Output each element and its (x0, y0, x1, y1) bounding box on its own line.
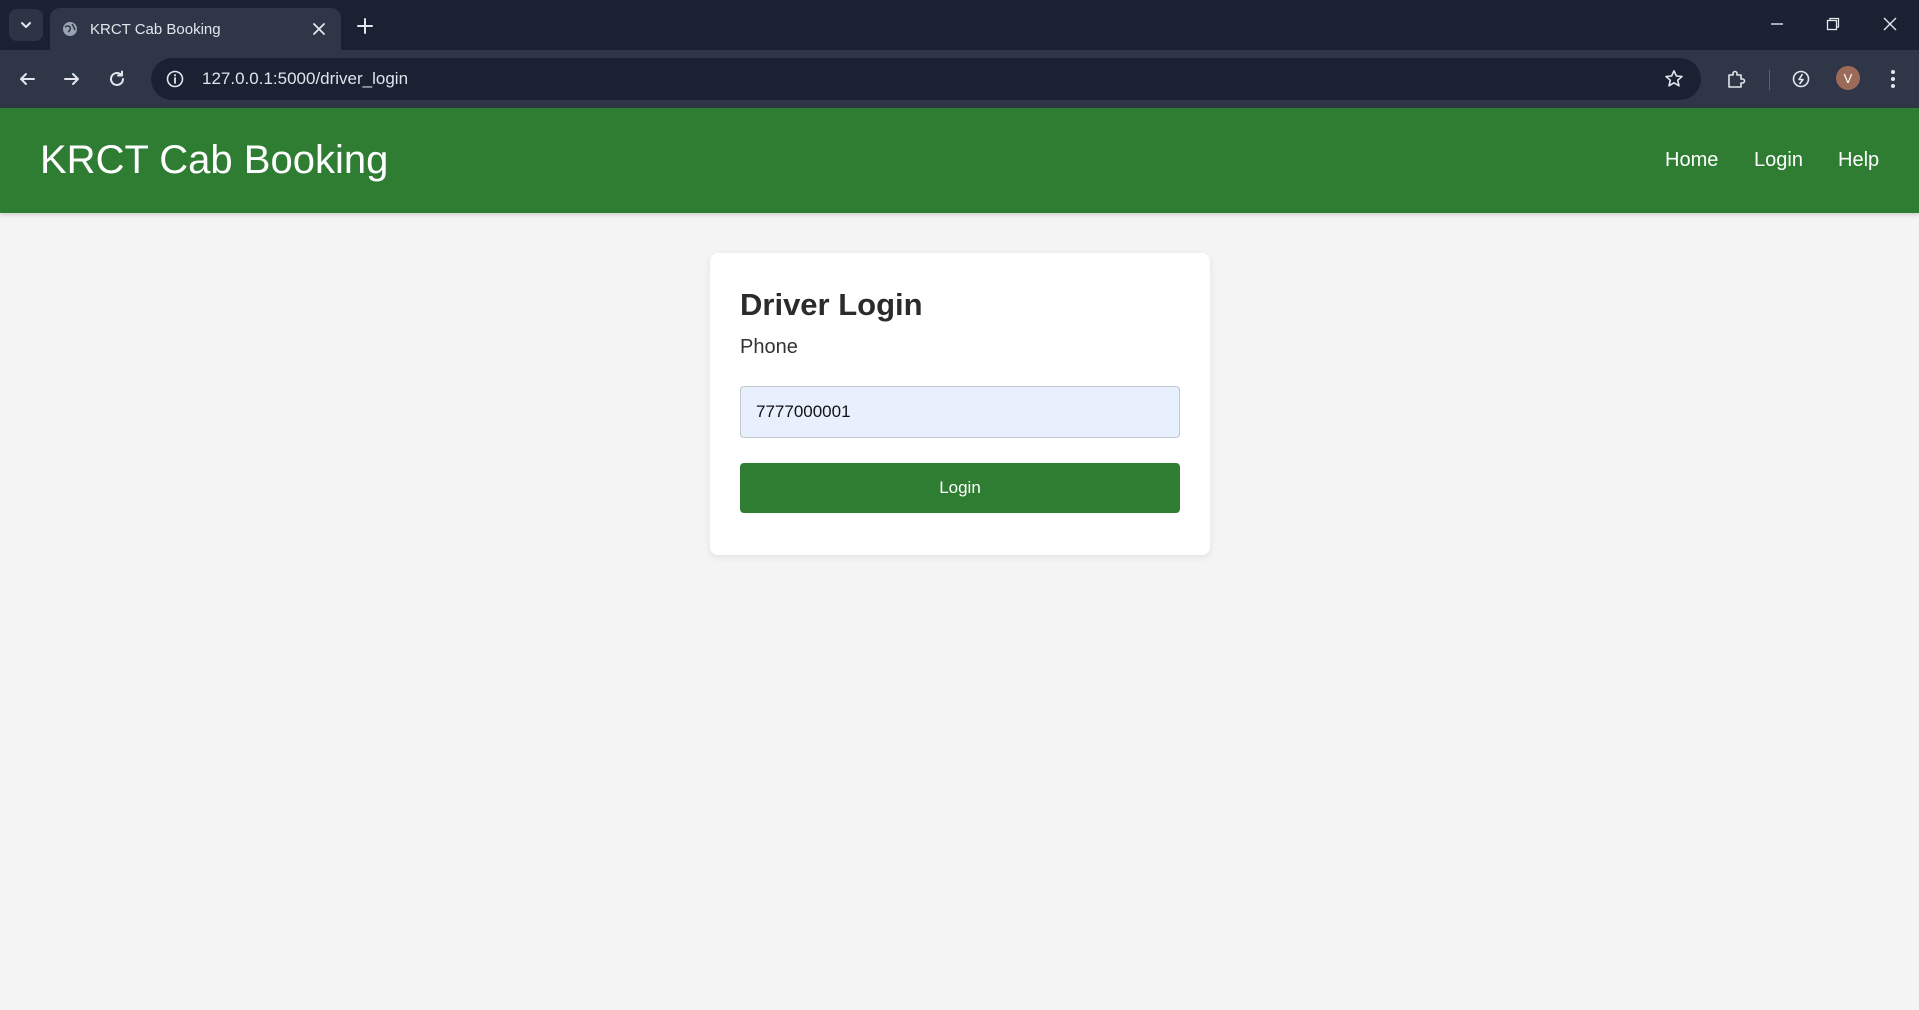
login-button[interactable]: Login (740, 463, 1180, 513)
phone-label: Phone (740, 336, 798, 358)
site-header: KRCT Cab Booking Home Login Help (0, 108, 1919, 213)
bookmark-star-icon[interactable] (1655, 60, 1693, 98)
speedometer-icon (1792, 70, 1810, 88)
profile-avatar[interactable]: V (1836, 66, 1860, 90)
extensions-button[interactable] (1720, 63, 1752, 95)
arrow-left-icon (20, 73, 35, 85)
close-icon (1883, 17, 1897, 31)
toolbar-divider (1769, 70, 1770, 90)
browser-menu-button[interactable] (1877, 63, 1909, 95)
close-window-button[interactable] (1872, 10, 1908, 38)
tab-search-button[interactable] (9, 9, 43, 41)
puzzle-icon (1728, 70, 1746, 88)
minimize-icon (1771, 23, 1783, 25)
page-title: Driver Login (740, 287, 923, 322)
close-tab-icon[interactable] (309, 19, 329, 39)
phone-input[interactable] (740, 386, 1180, 438)
kebab-menu-icon (1891, 70, 1895, 88)
address-url: 127.0.0.1:5000/driver_login (202, 69, 409, 88)
forward-button[interactable] (56, 63, 88, 95)
restore-button[interactable] (1815, 10, 1851, 38)
browser-toolbar: 127.0.0.1:5000/driver_login (0, 50, 1919, 108)
tab-title: KRCT Cab Booking (90, 20, 221, 38)
driver-login-card: Driver Login Phone Login (710, 253, 1210, 555)
browser-tab[interactable]: KRCT Cab Booking (50, 8, 341, 50)
nav-link-home[interactable]: Home (1665, 148, 1718, 172)
reload-button[interactable] (101, 63, 133, 95)
plus-icon (357, 18, 373, 34)
new-tab-button[interactable] (351, 12, 379, 40)
nav-link-help[interactable]: Help (1838, 148, 1879, 172)
site-brand[interactable]: KRCT Cab Booking (40, 138, 388, 182)
performance-button[interactable] (1785, 63, 1817, 95)
browser-tab-strip: KRCT Cab Booking (0, 0, 1919, 50)
restore-icon (1826, 17, 1840, 31)
minimize-button[interactable] (1759, 10, 1795, 38)
chevron-down-icon (21, 22, 31, 28)
reload-icon (110, 70, 124, 86)
arrow-right-icon (64, 73, 79, 85)
back-button[interactable] (11, 63, 43, 95)
address-bar[interactable]: 127.0.0.1:5000/driver_login (151, 58, 1701, 100)
site-info-icon[interactable] (154, 58, 196, 100)
nav-link-login[interactable]: Login (1754, 148, 1803, 172)
globe-icon (62, 21, 78, 37)
